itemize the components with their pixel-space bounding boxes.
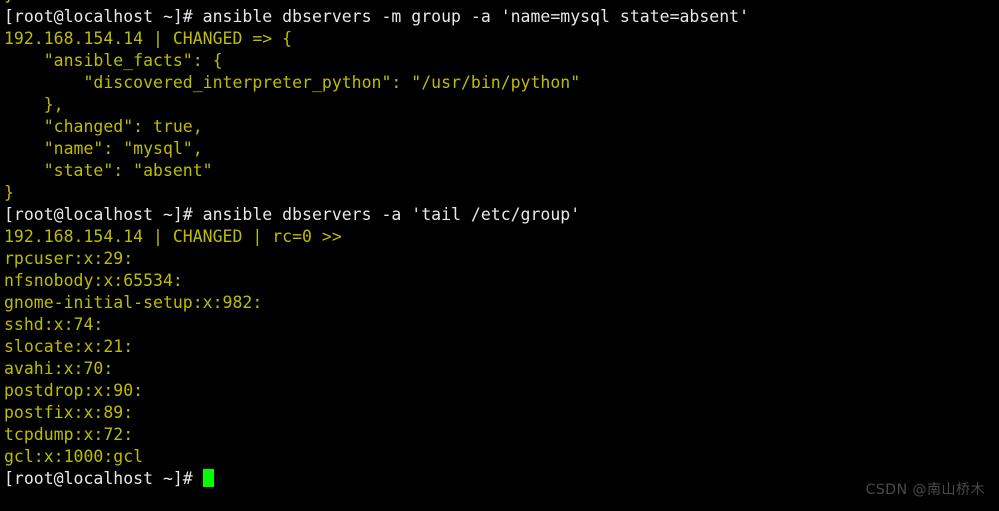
terminal-line-output: "state": "absent" [4, 161, 213, 180]
terminal-line-command: [root@localhost ~]# ansible dbservers -a… [4, 205, 581, 224]
terminal-line-group-entry: gnome-initial-setup:x:982: [4, 293, 263, 312]
terminal-line-output: "name": "mysql", [4, 139, 203, 158]
terminal-line-group-entry: tcpdump:x:72: [4, 425, 134, 444]
terminal-line-output: "ansible_facts": { [4, 51, 223, 70]
terminal-line-group-entry: nfsnobody:x:65534: [4, 271, 183, 290]
terminal-line-group-entry: gcl:x:1000:gcl [4, 447, 144, 466]
terminal-window[interactable]: } [root@localhost ~]# ansible dbservers … [0, 0, 999, 511]
text-cursor [202, 469, 214, 487]
terminal-line-output: 192.168.154.14 | CHANGED => { [4, 29, 293, 48]
terminal-line-output: "discovered_interpreter_python": "/usr/b… [4, 73, 581, 92]
terminal-line-group-entry: slocate:x:21: [4, 337, 134, 356]
terminal-line-output: "changed": true, [4, 117, 203, 136]
terminal-line-output: 192.168.154.14 | CHANGED | rc=0 >> [4, 227, 342, 246]
terminal-line-output: } [4, 183, 14, 202]
terminal-line-group-entry: rpcuser:x:29: [4, 249, 134, 268]
shell-prompt: [root@localhost ~]# [4, 469, 203, 488]
terminal-line-group-entry: avahi:x:70: [4, 359, 114, 378]
terminal-line-output: }, [4, 95, 64, 114]
terminal-screen[interactable]: } [root@localhost ~]# ansible dbservers … [4, 0, 999, 490]
terminal-line-group-entry: postfix:x:89: [4, 403, 134, 422]
terminal-line-command: [root@localhost ~]# ansible dbservers -m… [4, 7, 750, 26]
terminal-line-group-entry: postdrop:x:90: [4, 381, 144, 400]
csdn-watermark: CSDN @南山桥木 [865, 482, 985, 498]
terminal-line-group-entry: sshd:x:74: [4, 315, 104, 334]
terminal-prompt-line[interactable]: [root@localhost ~]# [4, 468, 999, 490]
